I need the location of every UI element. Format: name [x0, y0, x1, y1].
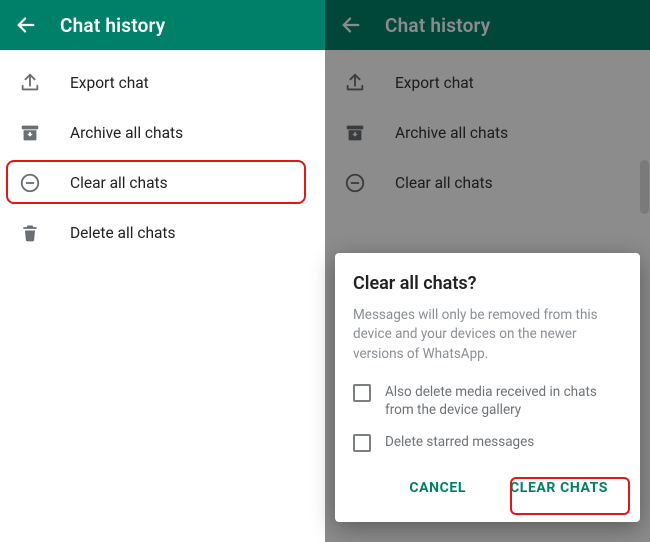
row-label: Clear all chats	[70, 174, 168, 192]
back-arrow-icon[interactable]	[339, 13, 363, 37]
trash-icon	[18, 221, 42, 245]
stage: Chat history Export chat Archive all cha…	[0, 0, 650, 542]
dialog-actions: CANCEL CLEAR CHATS	[353, 466, 622, 512]
row-label: Archive all chats	[395, 124, 508, 142]
panel-chat-history: Chat history Export chat Archive all cha…	[0, 0, 325, 542]
row-delete-all[interactable]: Delete all chats	[0, 208, 325, 258]
appbar-title: Chat history	[60, 14, 165, 37]
option-delete-media[interactable]: Also delete media received in chats from…	[353, 383, 622, 419]
appbar: Chat history	[325, 0, 650, 50]
row-archive-all[interactable]: Archive all chats	[325, 108, 650, 158]
dialog-title: Clear all chats?	[353, 273, 622, 294]
checkbox-icon[interactable]	[353, 384, 371, 402]
dialog-clear-all-chats: Clear all chats? Messages will only be r…	[335, 253, 640, 522]
row-label: Clear all chats	[395, 174, 493, 192]
row-label: Export chat	[70, 74, 149, 92]
option-label: Also delete media received in chats from…	[385, 383, 622, 419]
scroll-thumb[interactable]	[640, 160, 649, 214]
cancel-button[interactable]: CANCEL	[401, 472, 474, 504]
dialog-wrap: Clear all chats? Messages will only be r…	[325, 253, 650, 522]
upload-icon	[343, 71, 367, 95]
back-arrow-icon[interactable]	[14, 13, 38, 37]
upload-icon	[18, 71, 42, 95]
row-export-chat[interactable]: Export chat	[325, 58, 650, 108]
appbar: Chat history	[0, 0, 325, 50]
row-clear-all[interactable]: Clear all chats	[0, 158, 325, 208]
checkbox-icon[interactable]	[353, 434, 371, 452]
settings-list: Export chat Archive all chats Clear all …	[325, 50, 650, 216]
appbar-title: Chat history	[385, 14, 490, 37]
row-label: Export chat	[395, 74, 474, 92]
clear-chats-button[interactable]: CLEAR CHATS	[502, 472, 616, 504]
archive-icon	[18, 121, 42, 145]
row-label: Archive all chats	[70, 124, 183, 142]
dialog-message: Messages will only be removed from this …	[353, 306, 622, 365]
panel-chat-history-dialog: Chat history Export chat Archive all cha…	[325, 0, 650, 542]
clear-circle-icon	[18, 171, 42, 195]
settings-list: Export chat Archive all chats Clear all …	[0, 50, 325, 266]
option-delete-starred[interactable]: Delete starred messages	[353, 433, 622, 452]
clear-circle-icon	[343, 171, 367, 195]
row-export-chat[interactable]: Export chat	[0, 58, 325, 108]
archive-icon	[343, 121, 367, 145]
option-label: Delete starred messages	[385, 433, 534, 451]
row-clear-all[interactable]: Clear all chats	[325, 158, 650, 208]
row-label: Delete all chats	[70, 224, 175, 242]
row-archive-all[interactable]: Archive all chats	[0, 108, 325, 158]
